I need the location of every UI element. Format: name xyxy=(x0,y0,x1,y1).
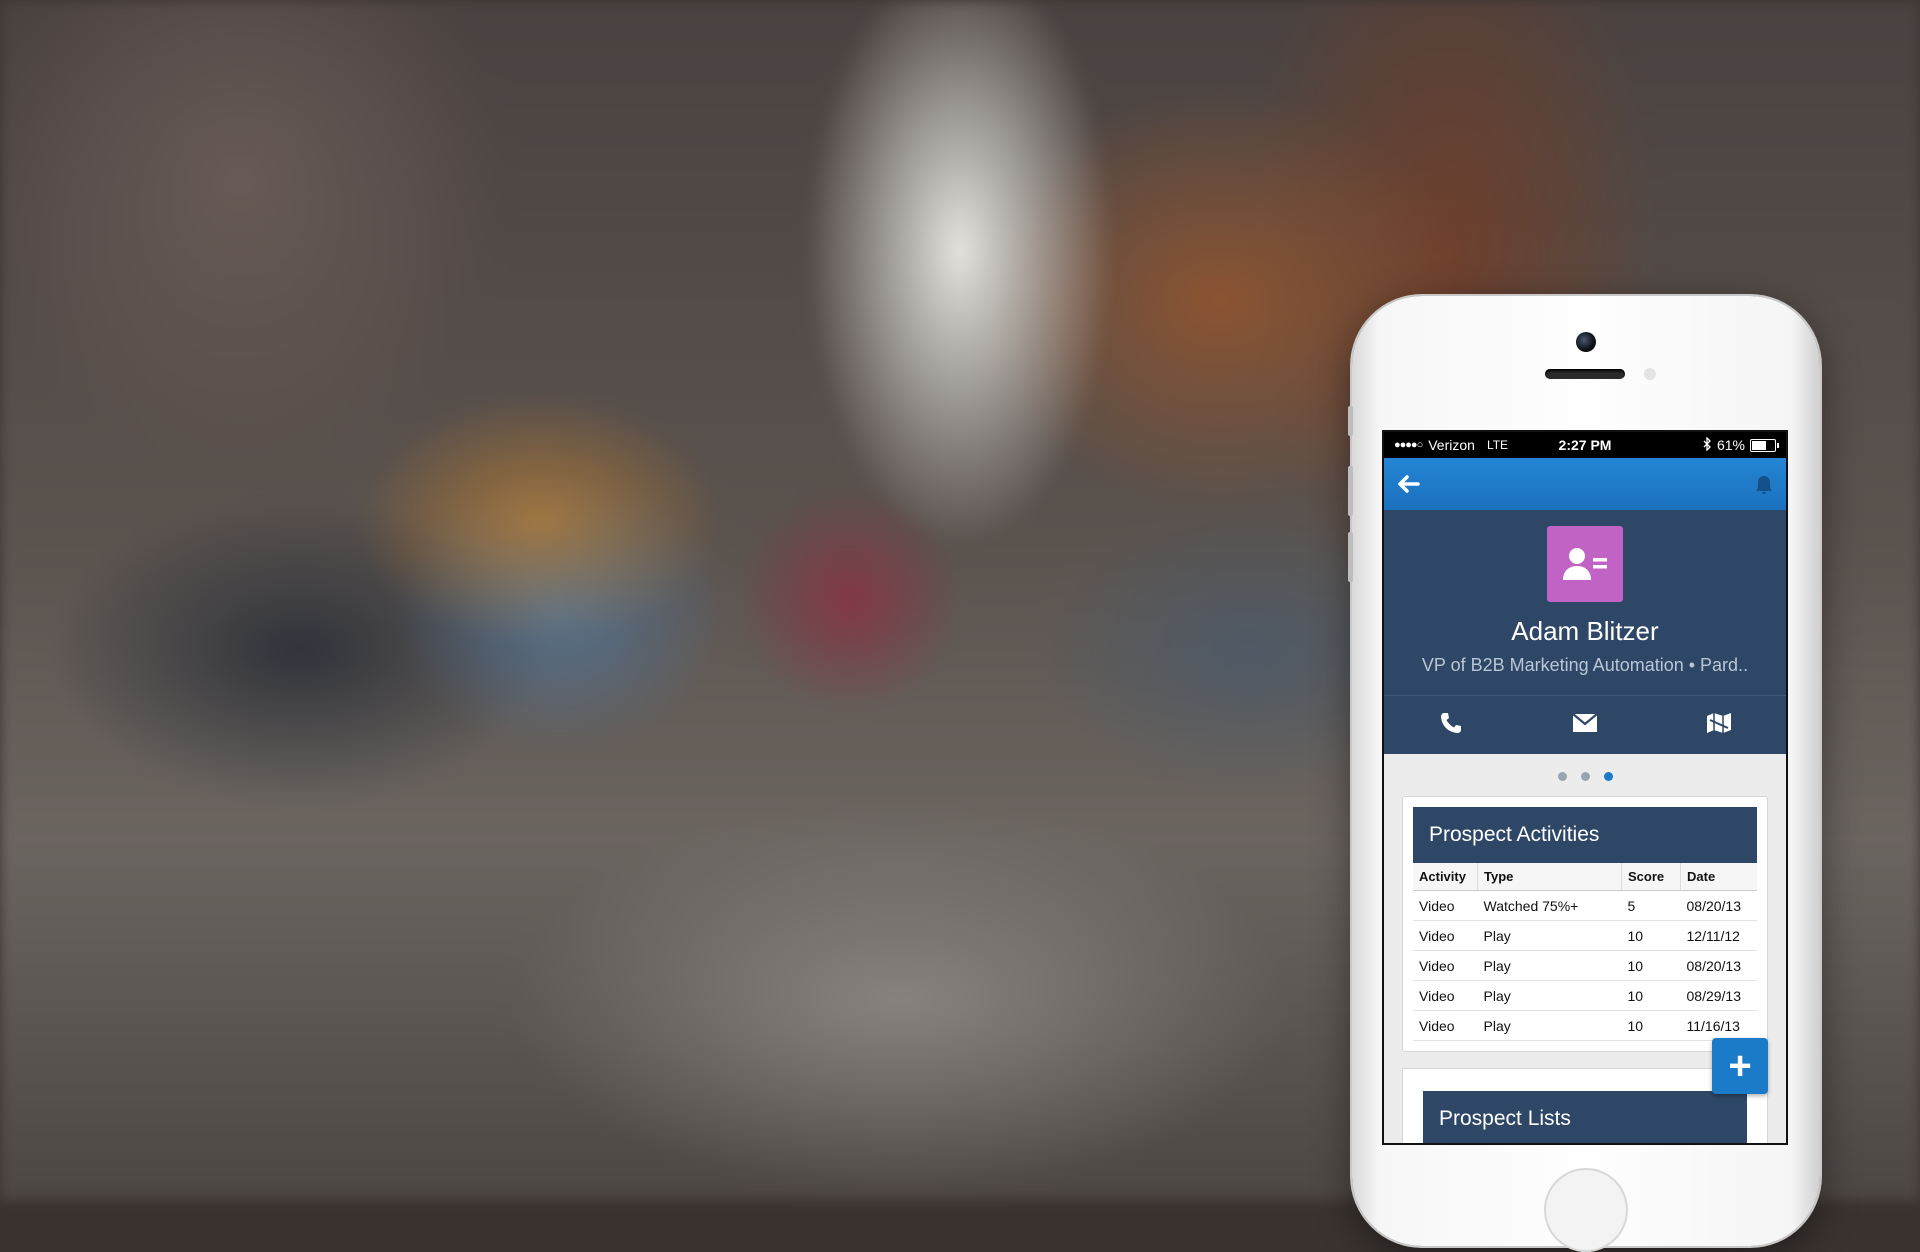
table-row[interactable]: Video Watched 75%+ 5 08/20/13 xyxy=(1413,890,1757,921)
cell-score: 10 xyxy=(1621,980,1681,1011)
column-header: Score xyxy=(1621,863,1681,891)
phone-icon xyxy=(1439,711,1463,740)
card-title: Prospect Lists xyxy=(1423,1091,1747,1143)
cell-type: Play xyxy=(1477,950,1622,981)
page-dot-active[interactable] xyxy=(1603,771,1613,781)
content-area: Prospect Activities Activity Type Score … xyxy=(1384,754,1786,1143)
card-title: Prospect Activities xyxy=(1413,807,1757,863)
cell-activity: Video xyxy=(1413,980,1478,1011)
prospect-activities-card: Prospect Activities Activity Type Score … xyxy=(1402,796,1768,1052)
cell-date: 08/20/13 xyxy=(1680,890,1757,921)
earpiece-speaker xyxy=(1545,369,1625,379)
contact-card-icon xyxy=(1547,526,1623,602)
cell-activity: Video xyxy=(1413,920,1478,951)
page-dot[interactable] xyxy=(1557,771,1567,781)
volume-down-button xyxy=(1348,532,1353,582)
add-button[interactable]: + xyxy=(1712,1038,1768,1094)
map-icon xyxy=(1706,712,1732,739)
mute-switch xyxy=(1348,406,1353,436)
cell-date: 12/11/12 xyxy=(1680,920,1757,951)
cell-activity: Video xyxy=(1413,1010,1478,1041)
table-row[interactable]: Video Play 10 11/16/13 xyxy=(1413,1010,1757,1041)
cell-activity: Video xyxy=(1413,890,1478,921)
bell-icon[interactable] xyxy=(1754,474,1772,494)
contact-actions xyxy=(1384,695,1786,754)
cell-score: 10 xyxy=(1621,920,1681,951)
cell-date: 08/20/13 xyxy=(1680,950,1757,981)
cell-score: 5 xyxy=(1621,890,1681,921)
table-row[interactable]: Video Play 10 12/11/12 xyxy=(1413,920,1757,951)
cell-type: Play xyxy=(1477,920,1622,951)
cell-score: 10 xyxy=(1621,1010,1681,1041)
cell-date: 11/16/13 xyxy=(1680,1010,1757,1041)
status-bar: ●●●●○ Verizon LTE 2:27 PM 61% xyxy=(1384,432,1786,458)
column-header: Type xyxy=(1477,863,1622,891)
cell-type: Watched 75%+ xyxy=(1477,890,1622,921)
table-row[interactable]: Video Play 10 08/29/13 xyxy=(1413,980,1757,1011)
arrow-left-icon[interactable] xyxy=(1398,469,1420,500)
profile-header: Adam Blitzer VP of B2B Marketing Automat… xyxy=(1384,510,1786,695)
call-button[interactable] xyxy=(1384,696,1518,754)
home-button[interactable] xyxy=(1544,1168,1628,1252)
proximity-sensor xyxy=(1644,368,1656,380)
mail-icon xyxy=(1572,712,1598,738)
page-indicator xyxy=(1384,766,1786,786)
cell-date: 08/29/13 xyxy=(1680,980,1757,1011)
column-header: Activity xyxy=(1413,863,1478,891)
volume-up-button xyxy=(1348,466,1353,516)
contact-name: Adam Blitzer xyxy=(1511,616,1659,646)
battery-icon xyxy=(1750,438,1779,452)
front-camera xyxy=(1576,332,1596,352)
top-navbar xyxy=(1384,458,1786,510)
activities-table: Activity Type Score Date Video Watched 7… xyxy=(1413,863,1757,1041)
page-dot[interactable] xyxy=(1580,771,1590,781)
status-time: 2:27 PM xyxy=(1558,437,1612,453)
email-button[interactable] xyxy=(1518,696,1652,754)
map-button[interactable] xyxy=(1652,696,1786,754)
cell-type: Play xyxy=(1477,1010,1622,1041)
cell-score: 10 xyxy=(1621,950,1681,981)
table-header-row: Activity Type Score Date xyxy=(1413,863,1757,891)
cell-type: Play xyxy=(1477,980,1622,1011)
column-header: Date xyxy=(1680,863,1757,891)
contact-title: VP of B2B Marketing Automation • Pard.. xyxy=(1421,655,1749,675)
phone-screen: ●●●●○ Verizon LTE 2:27 PM 61% Adam Blitz… xyxy=(1382,430,1788,1145)
cell-activity: Video xyxy=(1413,950,1478,981)
table-row[interactable]: Video Play 10 08/20/13 xyxy=(1413,950,1757,981)
